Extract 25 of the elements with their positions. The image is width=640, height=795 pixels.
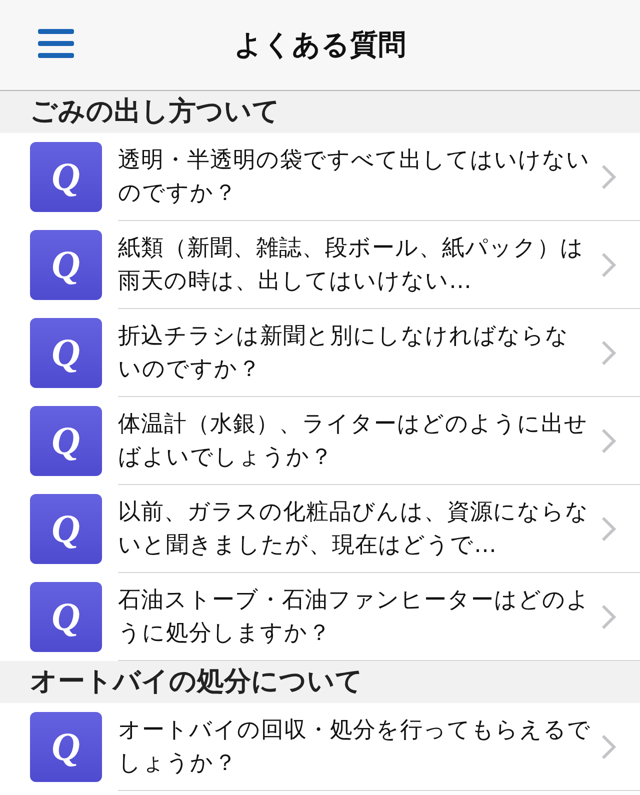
question-icon: Q bbox=[30, 142, 102, 212]
page-title: よくある質問 bbox=[234, 27, 406, 63]
question-icon: Q bbox=[30, 712, 102, 782]
question-text[interactable]: 体温計（水銀）、ライターはどのように出せばよいでしょうか？ bbox=[118, 408, 592, 474]
question-icon: Q bbox=[30, 582, 102, 652]
question-icon: Q bbox=[30, 494, 102, 564]
question-text[interactable]: オートバイの回収・処分を行ってもらえるでしょうか？ bbox=[118, 714, 592, 780]
chevron-icon bbox=[600, 732, 618, 760]
chevron-icon bbox=[600, 338, 618, 366]
section-header: ごみの出し方ついて bbox=[0, 91, 640, 133]
chevron-icon bbox=[600, 426, 618, 454]
question-icon: Q bbox=[30, 406, 102, 476]
section-header: オートバイの処分について bbox=[0, 661, 640, 703]
chevron-icon bbox=[600, 514, 618, 542]
chevron-icon bbox=[600, 162, 618, 190]
question-icon: Q bbox=[30, 230, 102, 300]
menu-icon[interactable] bbox=[38, 27, 74, 61]
question-text[interactable]: 折込チラシは新聞と別にしなければならないのですか？ bbox=[118, 320, 592, 386]
question-text[interactable]: 紙類（新聞、雑誌、段ボール、紙パック）は雨天の時は、出してはいけない… bbox=[118, 232, 592, 298]
question-icon: Q bbox=[30, 318, 102, 388]
chevron-icon bbox=[600, 250, 618, 278]
question-text[interactable]: 石油ストーブ・石油ファンヒーターはどのように処分しますか？ bbox=[118, 584, 592, 650]
chevron-icon bbox=[600, 602, 618, 630]
question-text[interactable]: 以前、ガラスの化粧品びんは、資源にならないと聞きましたが、現在はどうで… bbox=[118, 496, 592, 562]
question-text[interactable]: 透明・半透明の袋ですべて出してはいけないのですか？ bbox=[118, 144, 592, 210]
